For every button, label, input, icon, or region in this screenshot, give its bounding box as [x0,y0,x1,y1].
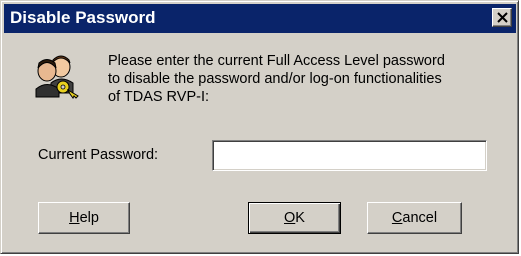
cancel-button[interactable]: Cancel [367,202,462,234]
title-bar[interactable]: Disable Password [4,4,516,33]
help-mnemonic: H [69,209,80,226]
help-button[interactable]: Help [38,202,130,234]
message-line-2: to disable the password and/or log-on fu… [108,71,442,87]
message-line-1: Please enter the current Full Access Lev… [108,53,445,69]
help-label-rest: elp [79,209,99,226]
current-password-label: Current Password: [38,147,159,163]
disable-password-dialog: Disable Password Please enter the curren… [0,0,519,254]
window-title: Disable Password [10,8,156,27]
users-key-icon [35,55,79,99]
ok-label-rest: K [295,209,305,226]
cancel-label-rest: ancel [402,209,438,226]
cancel-mnemonic: C [391,209,403,226]
close-x-icon [497,12,508,23]
ok-mnemonic: O [284,209,296,226]
current-password-input[interactable] [212,140,487,171]
ok-button[interactable]: OK [248,202,341,234]
instruction-message: Please enter the current Full Access Lev… [108,52,508,106]
message-line-3: of TDAS RVP-I: [108,89,209,105]
close-button[interactable] [492,8,512,27]
